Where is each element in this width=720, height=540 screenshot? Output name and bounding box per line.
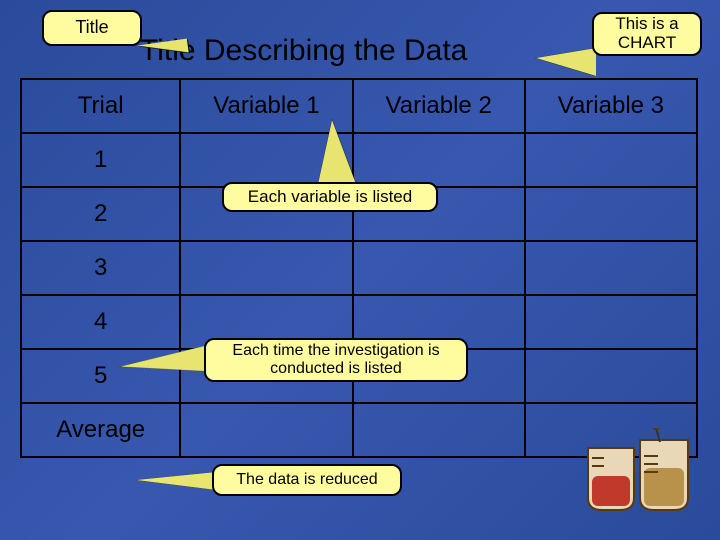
col-header-var3: Variable 3 [525, 79, 697, 133]
callout-trial: Each time the investigation is conducted… [204, 338, 468, 382]
table-header-row: Trial Variable 1 Variable 2 Variable 3 [21, 79, 697, 133]
col-header-trial: Trial [21, 79, 180, 133]
data-table-wrapper: Trial Variable 1 Variable 2 Variable 3 1… [20, 78, 698, 458]
callout-average: The data is reduced [212, 464, 402, 496]
callout-chart: This is a CHART [592, 12, 702, 56]
callout-variable: Each variable is listed [222, 182, 438, 212]
cell [353, 403, 525, 457]
cell [525, 133, 697, 187]
table-row: 3 [21, 241, 697, 295]
cell [180, 241, 352, 295]
callout-pointer-icon [136, 472, 216, 490]
cell [353, 241, 525, 295]
callout-pointer-icon [318, 120, 356, 184]
callout-title: Title [42, 10, 142, 46]
row-label: Average [21, 403, 180, 457]
col-header-var2: Variable 2 [353, 79, 525, 133]
cell [525, 187, 697, 241]
cell [525, 241, 697, 295]
cell [180, 403, 352, 457]
row-label: 4 [21, 295, 180, 349]
cell [525, 349, 697, 403]
cell [525, 295, 697, 349]
callout-pointer-icon [536, 48, 596, 76]
cell [353, 133, 525, 187]
row-label: 3 [21, 241, 180, 295]
page-title: Title Describing the Data [140, 34, 467, 68]
row-label: 2 [21, 187, 180, 241]
beakers-icon [578, 428, 698, 518]
row-label: 1 [21, 133, 180, 187]
table-row: 1 [21, 133, 697, 187]
data-table: Trial Variable 1 Variable 2 Variable 3 1… [20, 78, 698, 458]
